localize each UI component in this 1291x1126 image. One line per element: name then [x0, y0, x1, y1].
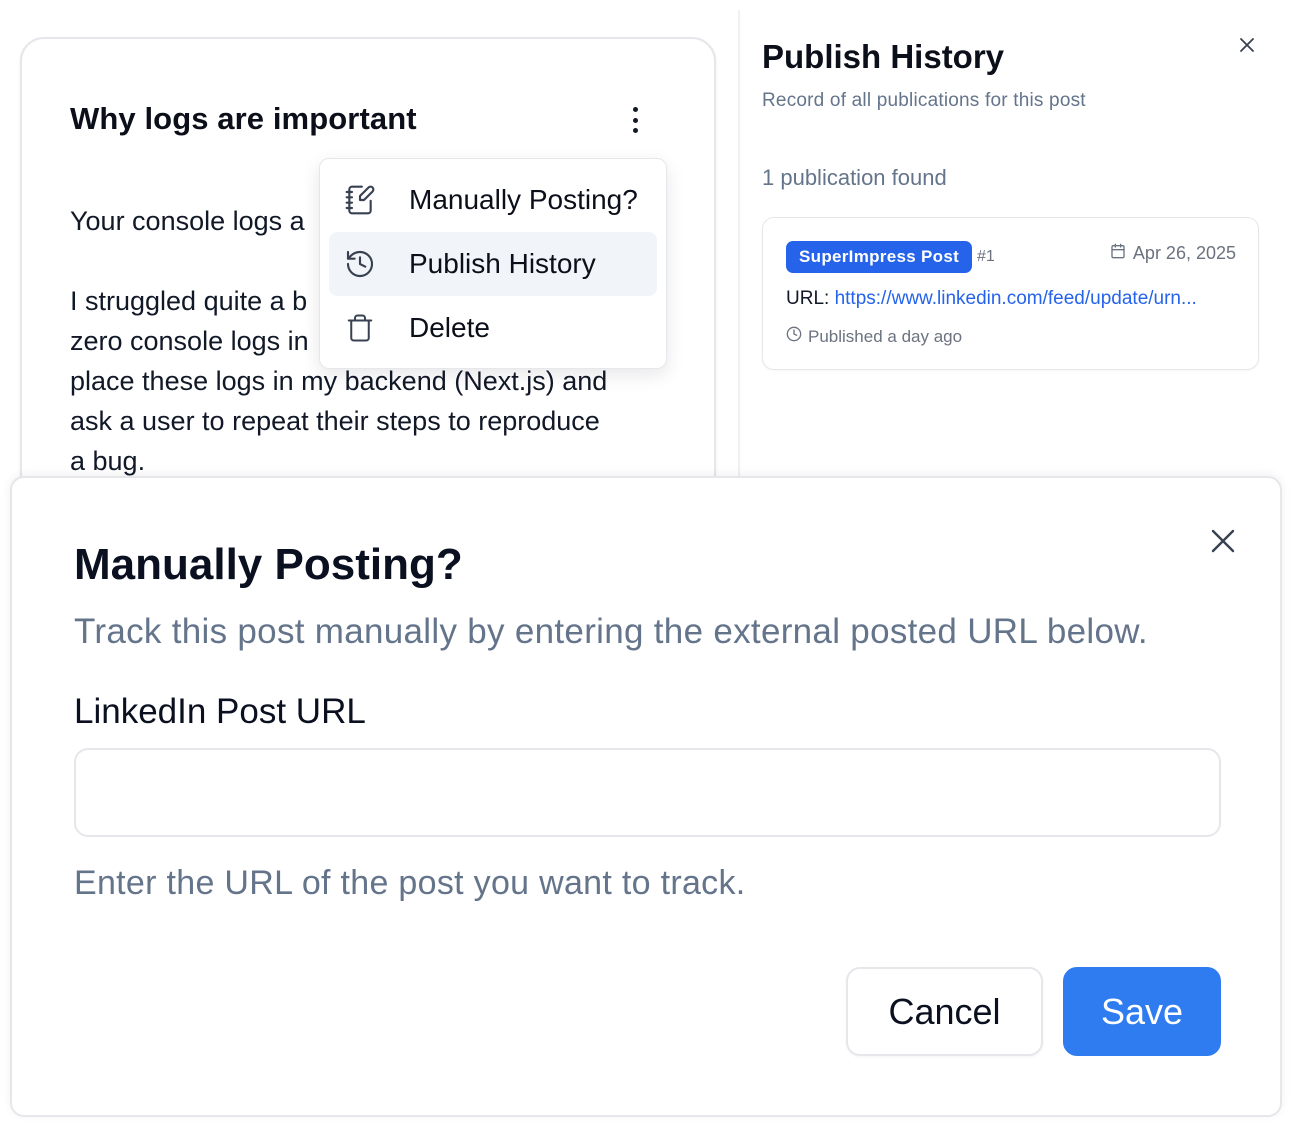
cancel-button[interactable]: Cancel: [846, 967, 1043, 1056]
calendar-icon: [1110, 243, 1126, 264]
menu-item-label: Manually Posting?: [409, 184, 638, 215]
menu-item-publish-history[interactable]: Publish History: [329, 232, 657, 296]
menu-item-delete[interactable]: Delete: [329, 296, 657, 360]
dialog-title: Manually Posting?: [74, 540, 463, 589]
linkedin-url-input[interactable]: [74, 748, 1221, 837]
publish-history-panel: Publish History Record of all publicatio…: [740, 0, 1291, 478]
menu-item-manually-posting[interactable]: Manually Posting?: [329, 168, 657, 232]
publication-url-link[interactable]: https://www.linkedin.com/feed/update/urn…: [835, 288, 1197, 309]
publication-date: Apr 26, 2025: [1110, 243, 1236, 264]
panel-title: Publish History: [762, 38, 1005, 75]
publication-url-row: URL: https://www.linkedin.com/feed/updat…: [786, 288, 1241, 310]
close-icon[interactable]: [1236, 34, 1258, 56]
menu-item-label: Publish History: [409, 248, 596, 279]
save-button[interactable]: Save: [1063, 967, 1221, 1056]
published-text: Published a day ago: [808, 326, 963, 346]
date-text: Apr 26, 2025: [1132, 243, 1236, 263]
panel-subtitle: Record of all publications for this post: [762, 90, 1086, 111]
close-icon[interactable]: [1208, 526, 1238, 556]
post-actions-menu: Manually Posting? Publish History Delete: [319, 158, 667, 369]
url-field-help: Enter the URL of the post you want to tr…: [74, 864, 746, 902]
url-field-label: LinkedIn Post URL: [74, 692, 366, 731]
more-options-icon[interactable]: [620, 103, 650, 137]
menu-item-label: Delete: [409, 312, 490, 343]
clock-icon: [786, 326, 802, 347]
trash-icon: [343, 311, 377, 345]
source-badge: SuperImpress Post: [786, 241, 973, 273]
dialog-description: Track this post manually by entering the…: [74, 612, 1148, 651]
history-icon: [343, 247, 377, 281]
notebook-pen-icon: [343, 183, 377, 217]
url-label: URL:: [786, 288, 830, 309]
publication-card: SuperImpress Post #1 Apr 26, 2025 URL: h…: [762, 217, 1259, 370]
post-title: Why logs are important: [70, 101, 417, 136]
manual-posting-dialog: Manually Posting? Track this post manual…: [10, 476, 1282, 1117]
publication-number: #1: [977, 248, 995, 265]
publication-count: 1 publication found: [762, 165, 947, 190]
published-time: Published a day ago: [786, 326, 962, 347]
